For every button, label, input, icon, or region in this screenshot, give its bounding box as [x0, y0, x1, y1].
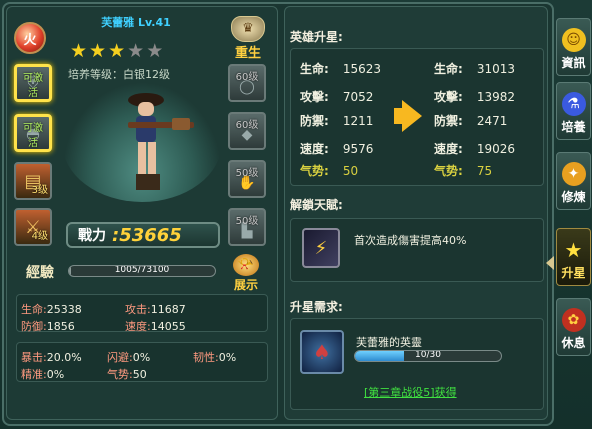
after-speed: 速度: 19026	[434, 142, 515, 156]
talent-text: 首次造成傷害提高40%	[354, 234, 467, 247]
hero-soul-icon[interactable]: ♠	[300, 330, 344, 374]
star-filled-icon: ★	[89, 40, 109, 62]
slot-label: 50级	[235, 216, 259, 227]
tab-label: 修煉	[561, 190, 586, 204]
talent-title: 解鎖天賦:	[290, 198, 343, 212]
slot-label: 4级	[31, 231, 48, 242]
tab-rest[interactable]: ✿ 休息	[556, 298, 591, 356]
slot-label: 60级	[235, 120, 259, 131]
gift-icon: ✿	[561, 308, 586, 332]
slot-label: 60级	[235, 72, 259, 83]
hero-character-image	[128, 93, 194, 190]
talent-claw-icon[interactable]: ⚡	[302, 228, 340, 268]
stat-dodge: 闪避:0%	[107, 351, 151, 364]
stat-defense: 防御:1856	[21, 320, 75, 333]
requirement-item-name: 芙蕾雅的英靈	[356, 336, 422, 349]
power-label: 戰力	[78, 228, 106, 244]
rebirth-emblem-icon: ♛	[231, 16, 265, 42]
tab-label: 資訊	[561, 56, 586, 70]
exp-bar: 1005/73100	[68, 265, 216, 277]
stat-momentum: 气势:50	[107, 368, 147, 381]
tab-label: 升星	[561, 266, 586, 280]
equip-slot-left-4[interactable]: ⚔ 4级	[14, 208, 52, 246]
requirement-progress-text: 10/30	[415, 350, 441, 360]
star-filled-icon: ★	[70, 40, 90, 62]
requirement-progress-bar: 10/30	[354, 350, 502, 362]
tab-label: 培養	[561, 120, 586, 134]
star-filled-icon: ★	[108, 40, 128, 62]
combat-power: 戰力 :53665	[66, 222, 220, 248]
exp-label: 經驗	[26, 265, 54, 281]
stat-hp: 生命:25338	[21, 303, 82, 316]
tab-label: 休息	[561, 336, 586, 350]
upgrade-arrow-head	[402, 100, 422, 132]
stat-accuracy: 精准:0%	[21, 368, 65, 381]
tab-star-up[interactable]: ★ 升星	[556, 228, 591, 286]
star-icon: ★	[564, 238, 583, 262]
star-empty-icon: ★	[146, 40, 166, 62]
before-speed: 速度: 9576	[300, 142, 374, 156]
exp-text: 1005/73100	[114, 265, 170, 275]
slot-label: 3级	[31, 185, 48, 196]
equip-slot-left-2[interactable]: 可激活 ◓	[14, 114, 52, 152]
stat-attack: 攻击:11687	[125, 303, 186, 316]
star-rating: ★★★★★	[70, 40, 165, 62]
show-label: 展示	[233, 278, 258, 292]
equip-slot-left-3[interactable]: ▤ 3级	[14, 162, 52, 200]
equip-slot-right-3[interactable]: 50级 ✋	[228, 160, 266, 198]
after-momentum: 气势: 75	[434, 164, 493, 178]
requirement-title: 升星需求:	[290, 300, 343, 314]
training-level: 培养等级：白银12级	[68, 68, 170, 81]
before-attack: 攻擊: 7052	[300, 90, 374, 104]
equip-slot-right-4[interactable]: 50级 ▙	[228, 208, 266, 246]
show-button[interactable]: 📯 展示	[226, 254, 266, 293]
rebirth-label: 重生	[234, 46, 261, 61]
after-defense: 防禦: 2471	[434, 114, 508, 128]
tab-train[interactable]: ⚗ 培養	[556, 82, 591, 140]
stat-crit: 暴击:20.0%	[21, 351, 82, 364]
horn-icon: 📯	[233, 254, 259, 276]
base-stats-box: 生命:25338 攻击:11687 防御:1856 速度:14055	[16, 294, 268, 333]
star-empty-icon: ★	[127, 40, 147, 62]
before-momentum: 气势: 50	[300, 164, 359, 178]
obtain-source-link[interactable]: [第三章战役5]获得	[364, 384, 457, 400]
helmet-icon: ☺	[561, 28, 586, 52]
advanced-stats-box: 暴击:20.0% 闪避:0% 韧性:0% 精准:0% 气势:50	[16, 342, 268, 382]
upgrade-title: 英雄升星:	[290, 30, 343, 44]
equip-slot-right-1[interactable]: 60级 ◯	[228, 64, 266, 102]
slot-label: 可激活	[23, 123, 43, 149]
tab-cultivate[interactable]: ✦ 修煉	[556, 152, 591, 210]
after-hp: 生命: 31013	[434, 62, 515, 76]
book-icon: ✦	[561, 162, 586, 186]
potion-icon: ⚗	[561, 92, 586, 116]
tab-info[interactable]: ☺ 資訊	[556, 18, 591, 76]
equip-slot-right-2[interactable]: 60级 ◆	[228, 112, 266, 150]
before-defense: 防禦: 1211	[300, 114, 374, 128]
stat-speed: 速度:14055	[125, 320, 186, 333]
after-attack: 攻擊: 13982	[434, 90, 515, 104]
slot-label: 可激活	[23, 73, 43, 99]
before-hp: 生命: 15623	[300, 62, 381, 76]
rebirth-button[interactable]: ♛ 重生	[226, 16, 270, 61]
hero-window: 火 芙蕾雅 Lv.41 ★★★★★ 培养等级：白银12级 ♛ 重生 可激活 ⛨ …	[0, 0, 592, 429]
slot-label: 50级	[235, 168, 259, 179]
stat-toughness: 韧性:0%	[193, 351, 237, 364]
active-tab-pointer-icon	[546, 256, 554, 270]
equip-slot-left-1[interactable]: 可激活 ⛨	[14, 64, 52, 102]
power-value: :53665	[112, 224, 182, 246]
